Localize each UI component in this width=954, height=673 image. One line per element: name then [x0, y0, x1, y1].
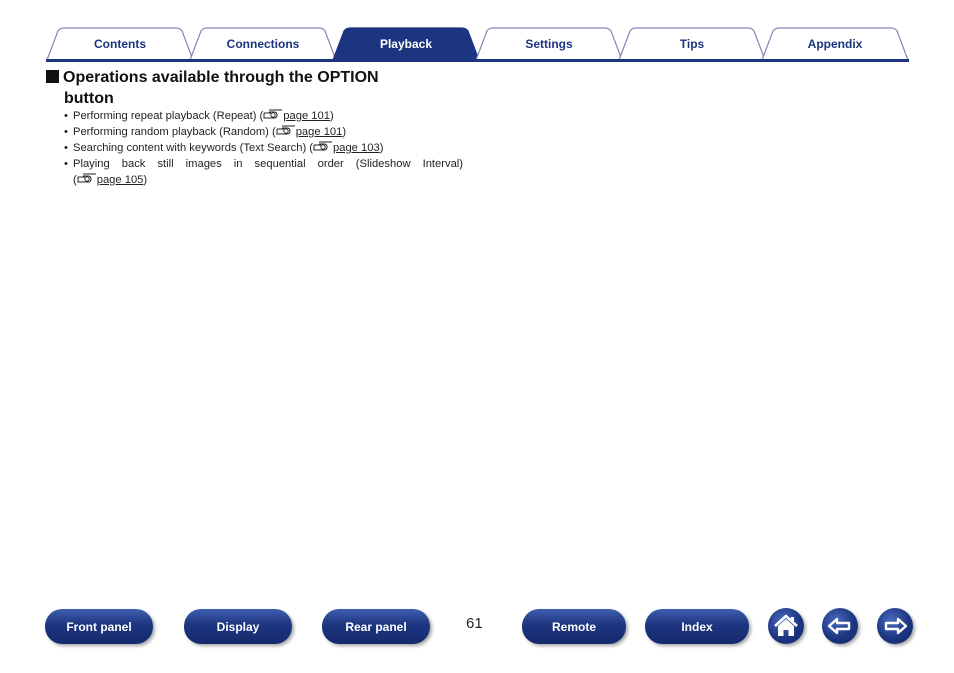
- tab-connections[interactable]: Connections: [189, 27, 337, 60]
- tab-playback[interactable]: Playback: [332, 27, 480, 60]
- home-icon: [774, 614, 798, 636]
- tab-appendix[interactable]: Appendix: [761, 27, 909, 60]
- option-list: • Performing repeat playback (Repeat) ( p…: [64, 108, 463, 188]
- tab-contents[interactable]: Contents: [46, 27, 194, 60]
- display-button[interactable]: Display: [184, 609, 292, 644]
- tab-label: Settings: [525, 37, 573, 51]
- heading-line2: button: [64, 90, 114, 107]
- pointing-hand-icon: [276, 125, 295, 135]
- page-link[interactable]: page 101: [296, 126, 343, 138]
- remote-button[interactable]: Remote: [522, 609, 626, 644]
- bullet: •: [64, 158, 68, 170]
- square-bullet-icon: [46, 70, 59, 83]
- back-arrow-icon: [827, 617, 851, 635]
- list-item: • Performing repeat playback (Repeat) ( p…: [64, 108, 463, 124]
- tab-bar: Contents Connections Playback Settings T…: [46, 27, 909, 62]
- tab-underline: [46, 59, 909, 62]
- list-item: • Performing random playback (Random) ( p…: [64, 124, 463, 140]
- paren-close: ): [329, 110, 334, 122]
- tab-label: Playback: [379, 37, 433, 51]
- page-link[interactable]: page 101: [283, 110, 330, 122]
- item-text: Performing repeat playback (Repeat) (: [73, 110, 264, 122]
- bullet: •: [64, 142, 68, 154]
- rear-panel-button[interactable]: Rear panel: [322, 609, 430, 644]
- section-heading: Operations available through the OPTION …: [46, 67, 379, 109]
- item-text: Playing back still images in sequential …: [73, 158, 463, 170]
- list-item: • Searching content with keywords (Text …: [64, 140, 463, 156]
- forward-button[interactable]: [877, 608, 913, 644]
- page-link[interactable]: page 105: [97, 174, 144, 186]
- paren-close: ): [379, 142, 384, 154]
- page-link[interactable]: page 103: [333, 142, 380, 154]
- item-text: Searching content with keywords (Text Se…: [73, 142, 314, 154]
- forward-arrow-icon: [884, 617, 908, 635]
- tab-tips[interactable]: Tips: [618, 27, 766, 60]
- bullet: •: [64, 126, 68, 138]
- heading-line1: Operations available through the OPTION: [63, 69, 379, 86]
- tab-label: Connections: [226, 37, 300, 51]
- item-text: Performing random playback (Random) (: [73, 126, 276, 138]
- pointing-hand-icon: [313, 141, 333, 151]
- front-panel-button[interactable]: Front panel: [45, 609, 153, 644]
- tab-label: Contents: [94, 37, 146, 51]
- paren-close: ): [342, 126, 347, 138]
- home-button[interactable]: [768, 608, 804, 644]
- tab-label: Tips: [679, 37, 705, 51]
- tab-label: Appendix: [807, 37, 863, 51]
- bullet: •: [64, 110, 68, 122]
- page-number: 61: [466, 615, 483, 632]
- list-item: • Playing back still images in sequentia…: [64, 156, 463, 188]
- index-button[interactable]: Index: [645, 609, 749, 644]
- back-button[interactable]: [822, 608, 858, 644]
- paren-close: ): [143, 174, 148, 186]
- tab-settings[interactable]: Settings: [475, 27, 623, 60]
- pointing-hand-icon: [263, 109, 283, 119]
- pointing-hand-icon: [77, 173, 96, 183]
